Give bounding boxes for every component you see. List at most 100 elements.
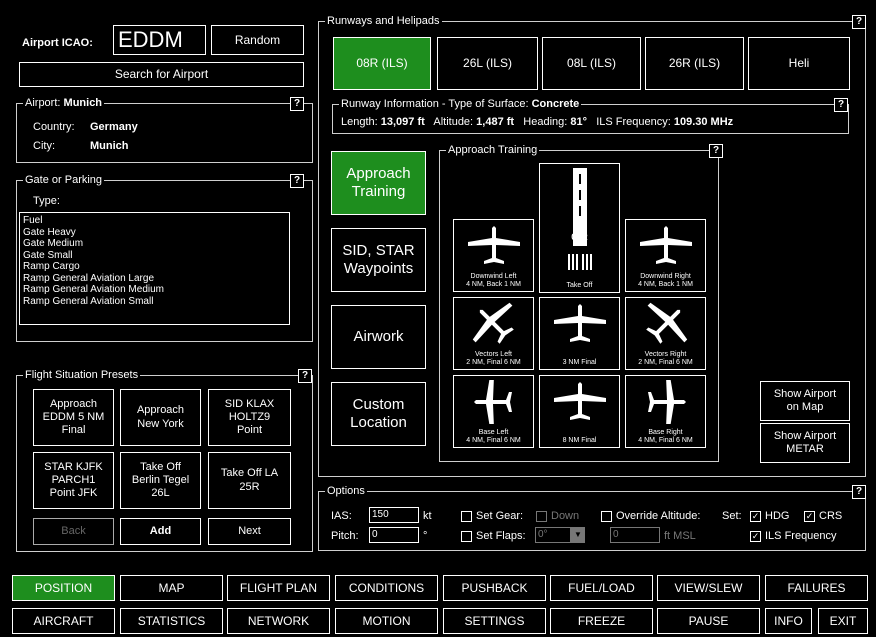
vectors-right-tile[interactable]: Vectors Right 2 NM, Final 6 NM <box>625 297 706 370</box>
preset-button[interactable]: Take Off Berlin Tegel 26L <box>120 452 201 509</box>
preset-button[interactable]: Take Off LA 25R <box>208 452 291 509</box>
show-airport-metar-button[interactable]: Show Airport METAR <box>760 423 850 463</box>
helipad-button[interactable]: Heli <box>748 37 850 90</box>
tile-caption: Vectors Right 2 NM, Final 6 NM <box>638 351 693 366</box>
three-nm-final-tile[interactable]: 3 NM Final <box>539 297 620 370</box>
eight-nm-final-tile[interactable]: 8 NM Final <box>539 375 620 448</box>
tile-caption: Base Left 4 NM, Final 6 NM <box>466 429 521 444</box>
list-item[interactable]: Gate Heavy <box>23 227 286 239</box>
nav-aircraft[interactable]: AIRCRAFT <box>12 608 115 634</box>
help-icon[interactable]: ? <box>290 97 304 111</box>
ils-value: 109.30 MHz <box>673 116 734 128</box>
icao-input[interactable]: EDDM <box>113 25 206 55</box>
base-left-tile[interactable]: Base Left 4 NM, Final 6 NM <box>453 375 534 448</box>
preset-button[interactable]: SID KLAX HOLTZ9 Point <box>208 389 291 446</box>
downwind-right-tile[interactable]: Downwind Right 4 NM, Back 1 NM <box>625 219 706 292</box>
runways-title: Runways and Helipads <box>325 15 442 27</box>
altitude-input[interactable]: 0 <box>610 527 660 543</box>
custom-location-button[interactable]: Custom Location <box>331 382 426 446</box>
nav-map[interactable]: MAP <box>120 575 223 601</box>
nav-fuel-load[interactable]: FUEL/LOAD <box>550 575 653 601</box>
nav-failures[interactable]: FAILURES <box>765 575 868 601</box>
list-item[interactable]: Ramp General Aviation Large <box>23 273 286 285</box>
icao-label: Airport ICAO: <box>22 37 93 49</box>
pitch-unit: ° <box>423 530 428 542</box>
runway-button-08l[interactable]: 08L (ILS) <box>542 37 641 90</box>
airwork-button[interactable]: Airwork <box>331 305 426 369</box>
heading-value: 81° <box>570 116 588 128</box>
preset-button[interactable]: STAR KJFK PARCH1 Point JFK <box>33 452 114 509</box>
sid-star-button[interactable]: SID, STAR Waypoints <box>331 228 426 292</box>
list-item[interactable]: Gate Small <box>23 250 286 262</box>
runway-button-08r[interactable]: 08R (ILS) <box>333 37 431 90</box>
vectors-left-tile[interactable]: Vectors Left 2 NM, Final 6 NM <box>453 297 534 370</box>
airplane-icon <box>467 226 520 264</box>
nav-network[interactable]: NETWORK <box>227 608 330 634</box>
list-item[interactable]: Fuel <box>23 215 286 227</box>
altitude-label: Altitude: <box>433 116 474 128</box>
set-flaps-label: Set Flaps: <box>476 530 526 542</box>
nav-view-slew[interactable]: VIEW/SLEW <box>657 575 760 601</box>
back-button[interactable]: Back <box>33 518 114 545</box>
pitch-input[interactable]: 0 <box>369 527 419 543</box>
random-button[interactable]: Random <box>211 25 304 55</box>
ias-unit: kt <box>423 510 432 522</box>
set-label: Set: <box>722 510 742 522</box>
tile-caption: Take Off <box>566 282 593 289</box>
add-button[interactable]: Add <box>120 518 201 545</box>
help-icon[interactable]: ? <box>834 98 848 112</box>
city-label: City: <box>33 140 55 152</box>
nav-position[interactable]: POSITION <box>12 575 115 601</box>
flaps-select[interactable]: 0° <box>535 527 571 543</box>
runway-button-26r[interactable]: 26R (ILS) <box>645 37 744 90</box>
override-altitude-checkbox[interactable] <box>601 511 612 522</box>
nav-info[interactable]: INFO <box>765 608 812 634</box>
take-off-tile[interactable]: 08R Take Off <box>539 163 620 293</box>
crs-checkbox[interactable]: ✓ <box>804 511 815 522</box>
hdg-label: HDG <box>765 510 790 522</box>
ias-input[interactable]: 150 <box>369 507 419 523</box>
set-gear-checkbox[interactable] <box>461 511 472 522</box>
nav-freeze[interactable]: FREEZE <box>550 608 653 634</box>
gear-down-checkbox[interactable] <box>536 511 547 522</box>
length-value: 13,097 ft <box>380 116 425 128</box>
preset-button[interactable]: Approach EDDM 5 NM Final <box>33 389 114 446</box>
downwind-left-tile[interactable]: Downwind Left 4 NM, Back 1 NM <box>453 219 534 292</box>
base-right-tile[interactable]: Base Right 4 NM, Final 6 NM <box>625 375 706 448</box>
show-airport-map-button[interactable]: Show Airport on Map <box>760 381 850 421</box>
preset-button[interactable]: Approach New York <box>120 389 201 446</box>
list-item[interactable]: Ramp General Aviation Small <box>23 296 286 308</box>
chevron-down-icon[interactable]: ▼ <box>571 527 585 543</box>
approach-training-button[interactable]: Approach Training <box>331 151 426 215</box>
city-value: Munich <box>90 140 129 152</box>
list-item[interactable]: Ramp General Aviation Medium <box>23 284 286 296</box>
tile-caption: Vectors Left 2 NM, Final 6 NM <box>466 351 521 366</box>
crs-label: CRS <box>819 510 843 522</box>
nav-pushback[interactable]: PUSHBACK <box>443 575 546 601</box>
help-icon[interactable]: ? <box>298 369 312 383</box>
list-item[interactable]: Ramp Cargo <box>23 261 286 273</box>
list-item[interactable]: Gate Medium <box>23 238 286 250</box>
help-icon[interactable]: ? <box>709 144 723 158</box>
nav-conditions[interactable]: CONDITIONS <box>335 575 438 601</box>
runway-info-title: Runway Information - Type of Surface: <box>341 98 529 110</box>
ils-frequency-checkbox[interactable]: ✓ <box>750 531 761 542</box>
help-icon[interactable]: ? <box>852 485 866 499</box>
runway-button-26l[interactable]: 26L (ILS) <box>437 37 538 90</box>
airplane-icon <box>472 302 514 344</box>
set-flaps-checkbox[interactable] <box>461 531 472 542</box>
gate-type-list[interactable]: Fuel Gate Heavy Gate Medium Gate Small R… <box>19 212 290 325</box>
nav-exit[interactable]: EXIT <box>818 608 868 634</box>
nav-settings[interactable]: SETTINGS <box>443 608 546 634</box>
tile-caption: 3 NM Final <box>562 359 597 366</box>
nav-motion[interactable]: MOTION <box>335 608 438 634</box>
set-gear-label: Set Gear: <box>476 510 524 522</box>
next-button[interactable]: Next <box>208 518 291 545</box>
help-icon[interactable]: ? <box>852 15 866 29</box>
nav-pause[interactable]: PAUSE <box>657 608 760 634</box>
hdg-checkbox[interactable]: ✓ <box>750 511 761 522</box>
nav-statistics[interactable]: STATISTICS <box>120 608 223 634</box>
help-icon[interactable]: ? <box>290 174 304 188</box>
search-airport-button[interactable]: Search for Airport <box>19 62 304 87</box>
nav-flight-plan[interactable]: FLIGHT PLAN <box>227 575 330 601</box>
